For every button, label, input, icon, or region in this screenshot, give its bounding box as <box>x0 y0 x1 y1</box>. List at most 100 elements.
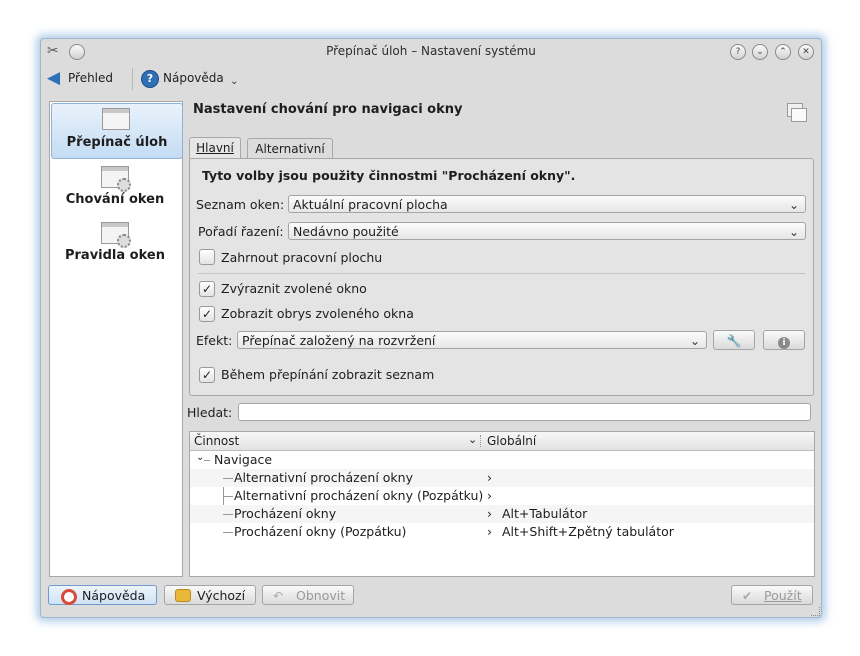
reset-button-label: Obnovit <box>296 588 346 603</box>
expand-arrow-icon[interactable]: › <box>487 523 492 541</box>
help-button[interactable]: Nápověda <box>48 585 157 605</box>
wrench-icon: 🔧 <box>726 334 742 348</box>
chevron-down-icon: ⌄ <box>689 334 700 348</box>
help-label: Nápověda <box>163 71 224 85</box>
action-name: Alternativní procházení okny (Pozpátku) <box>234 488 484 503</box>
resize-grip-icon[interactable] <box>811 607 820 616</box>
sidebar-item-label: Přepínač úloh <box>66 135 168 150</box>
tab-main[interactable]: Hlavní <box>189 137 241 159</box>
tab-label: Hlavní <box>196 141 234 155</box>
group-label: Navigace <box>214 452 273 467</box>
settings-window: ✂ Přepínač úloh – Nastavení systému ? ⌄ … <box>40 38 822 618</box>
column-header-action[interactable]: Činnost <box>194 432 239 450</box>
table-row[interactable]: Alternativní procházení okny (Pozpátku) … <box>190 487 814 505</box>
effect-value: Přepínač založený na rozvržení <box>242 333 436 348</box>
defaults-icon <box>175 589 191 602</box>
sidebar-item-window-rules[interactable]: Pravidla oken <box>51 218 181 268</box>
include-desktop-checkbox[interactable] <box>199 249 215 265</box>
sort-order-value: Nedávno použité <box>293 224 399 239</box>
expand-arrow-icon[interactable]: › <box>487 487 492 505</box>
show-outline-label: Zobrazit obrys zvoleného okna <box>221 306 414 321</box>
main-tab-panel: Tyto volby jsou použity činnostmi "Proch… <box>189 158 814 396</box>
collapse-chevron-icon[interactable]: ⌄ <box>196 449 204 467</box>
divider <box>198 273 805 274</box>
window-list-combo[interactable]: Aktuální pracovní plocha ⌄ <box>288 195 806 213</box>
sort-chevron-icon: ⌄ <box>468 433 478 446</box>
module-icon <box>787 103 807 122</box>
window-switcher-icon <box>102 108 130 130</box>
maximize-icon[interactable]: ⌃ <box>775 44 791 60</box>
reset-button[interactable]: ↶ Obnovit <box>262 585 354 605</box>
highlight-window-label: Zvýraznit zvolené okno <box>221 281 367 296</box>
table-row[interactable]: Procházení okny (Pozpátku) › Alt+Shift+Z… <box>190 523 814 541</box>
tree-line <box>223 532 233 533</box>
help-button-label: Nápověda <box>82 588 146 603</box>
tab-alternative[interactable]: Alternativní <box>247 138 333 159</box>
action-name: Procházení okny (Pozpátku) <box>234 524 407 539</box>
column-divider <box>480 435 482 447</box>
gear-icon <box>117 178 131 192</box>
show-list-label: Během přepínání zobrazit seznam <box>221 367 435 382</box>
title-bar[interactable]: ✂ Přepínač úloh – Nastavení systému ? ⌄ … <box>41 39 821 63</box>
checkmark-icon: ✔ <box>742 589 753 603</box>
shortcut-tree[interactable]: Činnost ⌄ Globální ⌄ Navigace Alternativ… <box>189 431 815 577</box>
effect-label: Efekt: <box>196 333 233 348</box>
close-icon[interactable]: ✕ <box>798 44 814 60</box>
search-input[interactable] <box>238 403 811 421</box>
lifebuoy-icon <box>61 589 77 605</box>
expand-arrow-icon[interactable]: › <box>487 505 492 523</box>
sidebar-item-label: Chování oken <box>65 192 165 207</box>
table-row[interactable]: Alternativní procházení okny › <box>190 469 814 487</box>
action-name: Procházení okny <box>234 506 337 521</box>
list-header: Činnost ⌄ Globální <box>190 432 814 451</box>
apply-button[interactable]: ✔ Použít <box>731 585 813 605</box>
include-desktop-label: Zahrnout pracovní plochu <box>221 250 383 265</box>
help-menu-button[interactable]: ? Nápověda ⌄ <box>139 68 239 92</box>
show-list-checkbox[interactable]: ✓ <box>199 367 215 383</box>
gear-icon <box>117 234 131 248</box>
show-outline-checkbox[interactable]: ✓ <box>199 306 215 322</box>
group-row[interactable]: ⌄ Navigace <box>190 451 814 469</box>
chevron-down-icon: ⌄ <box>788 198 799 212</box>
category-sidebar: Přepínač úloh Chování oken Pravidla oken <box>49 101 183 577</box>
shortcut-value: Alt+Shift+Zpětný tabulátor <box>502 524 674 539</box>
effect-info-button[interactable]: i <box>763 330 805 350</box>
chevron-down-icon: ⌄ <box>788 225 799 239</box>
intro-text: Tyto volby jsou použity činnostmi "Proch… <box>202 168 576 183</box>
apply-button-label: Použít <box>764 588 802 603</box>
sort-order-label: Pořadí řazení: <box>198 224 284 239</box>
shortcut-value: Alt+Tabulátor <box>502 506 588 521</box>
tree-line <box>223 496 233 497</box>
back-arrow-icon: ◀ <box>47 68 61 88</box>
sidebar-item-label: Pravidla oken <box>64 248 165 263</box>
expand-arrow-icon[interactable]: › <box>487 469 492 487</box>
tab-label: Alternativní <box>255 142 325 156</box>
window-list-value: Aktuální pracovní plocha <box>293 197 448 212</box>
info-icon: i <box>778 337 790 349</box>
window-list-label: Seznam oken: <box>196 197 285 212</box>
minimize-icon[interactable]: ⌄ <box>752 44 768 60</box>
tree-line <box>223 514 233 515</box>
window-title: Přepínač úloh – Nastavení systému <box>326 44 536 58</box>
column-header-global[interactable]: Globální <box>487 432 536 450</box>
sidebar-item-window-behavior[interactable]: Chování oken <box>51 162 181 212</box>
chevron-down-icon: ⌄ <box>230 76 239 87</box>
undo-icon: ↶ <box>273 589 284 603</box>
defaults-button[interactable]: Výchozí <box>164 585 256 605</box>
configure-effect-button[interactable]: 🔧 <box>713 330 755 350</box>
tree-line <box>204 460 210 461</box>
sort-order-combo[interactable]: Nedávno použité ⌄ <box>288 222 806 240</box>
effect-combo[interactable]: Přepínač založený na rozvržení ⌄ <box>237 331 707 349</box>
action-name: Alternativní procházení okny <box>234 470 413 485</box>
table-row[interactable]: Procházení okny › Alt+Tabulátor <box>190 505 814 523</box>
tree-line <box>223 478 233 479</box>
overview-label: Přehled <box>68 71 114 85</box>
help-circle-icon: ? <box>141 70 159 88</box>
page-title: Nastavení chování pro navigaci okny <box>193 102 463 117</box>
highlight-window-checkbox[interactable]: ✓ <box>199 281 215 297</box>
sidebar-item-task-switcher[interactable]: Přepínač úloh <box>51 103 183 159</box>
search-label: Hledat: <box>187 405 233 420</box>
help-icon[interactable]: ? <box>730 44 746 60</box>
overview-button[interactable]: ◀ Přehled <box>47 68 127 90</box>
toolbar-separator <box>132 68 133 90</box>
